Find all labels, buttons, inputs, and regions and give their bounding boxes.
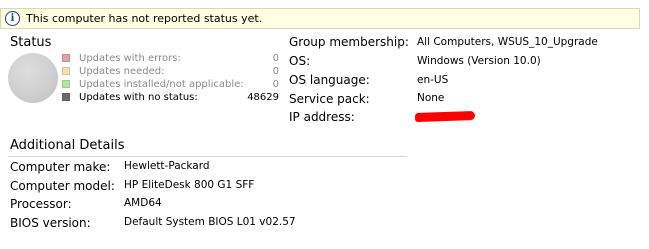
legend-count-installed: 0 — [272, 78, 279, 90]
os-language-label: OS language: — [289, 73, 370, 87]
legend-label-installed: Updates installed/not applicable: — [79, 78, 244, 90]
group-membership-label: Group membership: — [289, 35, 409, 49]
legend-swatch-installed — [62, 80, 70, 88]
legend-swatch-errors — [62, 54, 70, 62]
status-title: Status — [10, 35, 52, 50]
ip-address-redaction — [414, 110, 476, 123]
legend-row-needed: Updates needed: 0 — [62, 65, 279, 77]
legend-label-no-status: Updates with no status: — [79, 91, 198, 103]
legend-count-no-status: 48629 — [247, 91, 279, 103]
legend-label-needed: Updates needed: — [79, 65, 165, 77]
computer-model-label: Computer model: — [10, 179, 115, 193]
legend-row-no-status: Updates with no status: 48629 — [62, 91, 279, 103]
service-pack-value: None — [417, 92, 445, 104]
bios-version-label: BIOS version: — [10, 216, 91, 230]
legend-row-installed: Updates installed/not applicable: 0 — [62, 78, 279, 90]
legend-count-errors: 0 — [272, 52, 279, 64]
group-membership-value: All Computers, WSUS_10_Upgrade — [417, 36, 598, 48]
status-pie-chart — [8, 53, 58, 103]
os-label: OS: — [289, 54, 311, 68]
banner-text: This computer has not reported status ye… — [26, 12, 263, 25]
os-language-value: en-US — [417, 74, 449, 86]
status-banner: i This computer has not reported status … — [0, 8, 640, 29]
legend-swatch-needed — [62, 67, 70, 75]
legend-count-needed: 0 — [272, 65, 279, 77]
processor-value: AMD64 — [124, 197, 162, 209]
info-icon: i — [5, 11, 20, 26]
additional-details-title: Additional Details — [10, 138, 125, 153]
section-divider — [8, 156, 407, 157]
computer-make-value: Hewlett-Packard — [124, 160, 210, 172]
legend-label-errors: Updates with errors: — [79, 52, 181, 64]
service-pack-label: Service pack: — [289, 92, 370, 106]
computer-model-value: HP EliteDesk 800 G1 SFF — [124, 179, 255, 191]
legend-swatch-no-status — [62, 93, 70, 101]
bios-version-value: Default System BIOS L01 v02.57 — [124, 216, 296, 228]
processor-label: Processor: — [10, 197, 72, 211]
computer-make-label: Computer make: — [10, 160, 111, 174]
os-value: Windows (Version 10.0) — [417, 55, 541, 67]
legend-row-errors: Updates with errors: 0 — [62, 52, 279, 64]
ip-address-label: IP address: — [289, 110, 355, 124]
